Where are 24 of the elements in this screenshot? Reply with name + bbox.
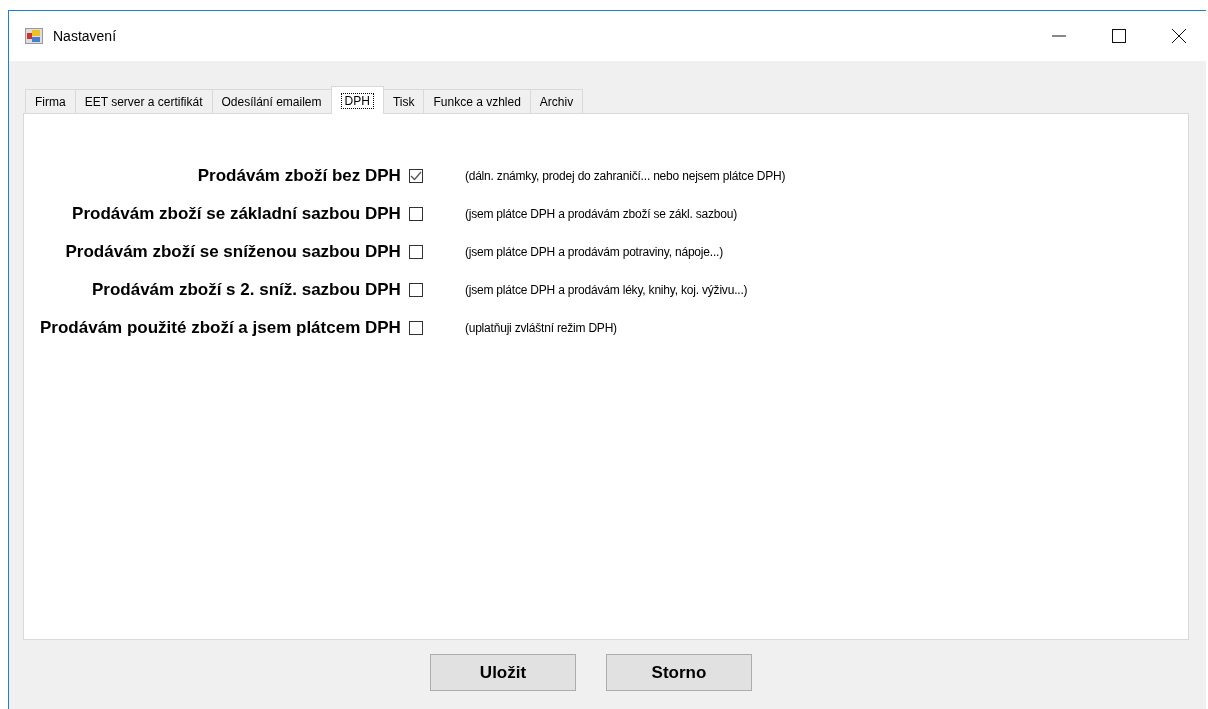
option-label: Prodávám zboží se sníženou sazbou DPH	[64, 242, 401, 262]
option-note: (dáln. známky, prodej do zahraničí... nebo nejsem plátce DPH)	[464, 169, 786, 183]
option-label: Prodávám použité zboží a jsem plátcem DPH	[40, 318, 401, 338]
tab[interactable]: DPH	[330, 86, 384, 114]
window-title: Nastavení	[53, 28, 117, 44]
checkbox[interactable]	[408, 321, 423, 335]
tab[interactable]: Firma	[25, 89, 76, 113]
checkbox[interactable]	[408, 207, 423, 221]
option-note: (uplatňuji zvláštní režim DPH)	[464, 321, 618, 335]
option-note: (jsem plátce DPH a prodávám zboží se zákl. sazbou)	[464, 207, 738, 221]
dialog-button[interactable]: Uložit	[430, 654, 576, 691]
option-note: (jsem plátce DPH a prodávám potraviny, nápoje...)	[464, 245, 724, 259]
checkbox[interactable]	[408, 283, 423, 297]
dialog-button[interactable]: Storno	[606, 654, 752, 691]
maximize-icon[interactable]	[1112, 29, 1126, 43]
tab[interactable]: Archiv	[529, 89, 584, 113]
checkbox[interactable]	[408, 245, 423, 259]
option-label: Prodávám zboží s 2. sníž. sazbou DPH	[90, 280, 401, 300]
app-icon	[25, 28, 43, 44]
option-label: Prodávám zboží se základní sazbou DPH	[71, 204, 401, 224]
option-note: (jsem plátce DPH a prodávám léky, knihy, koj. výživu...)	[464, 283, 749, 297]
checkbox[interactable]	[408, 169, 423, 183]
close-icon[interactable]	[1172, 29, 1186, 43]
option-label: Prodávám zboží bez DPH	[196, 166, 401, 186]
